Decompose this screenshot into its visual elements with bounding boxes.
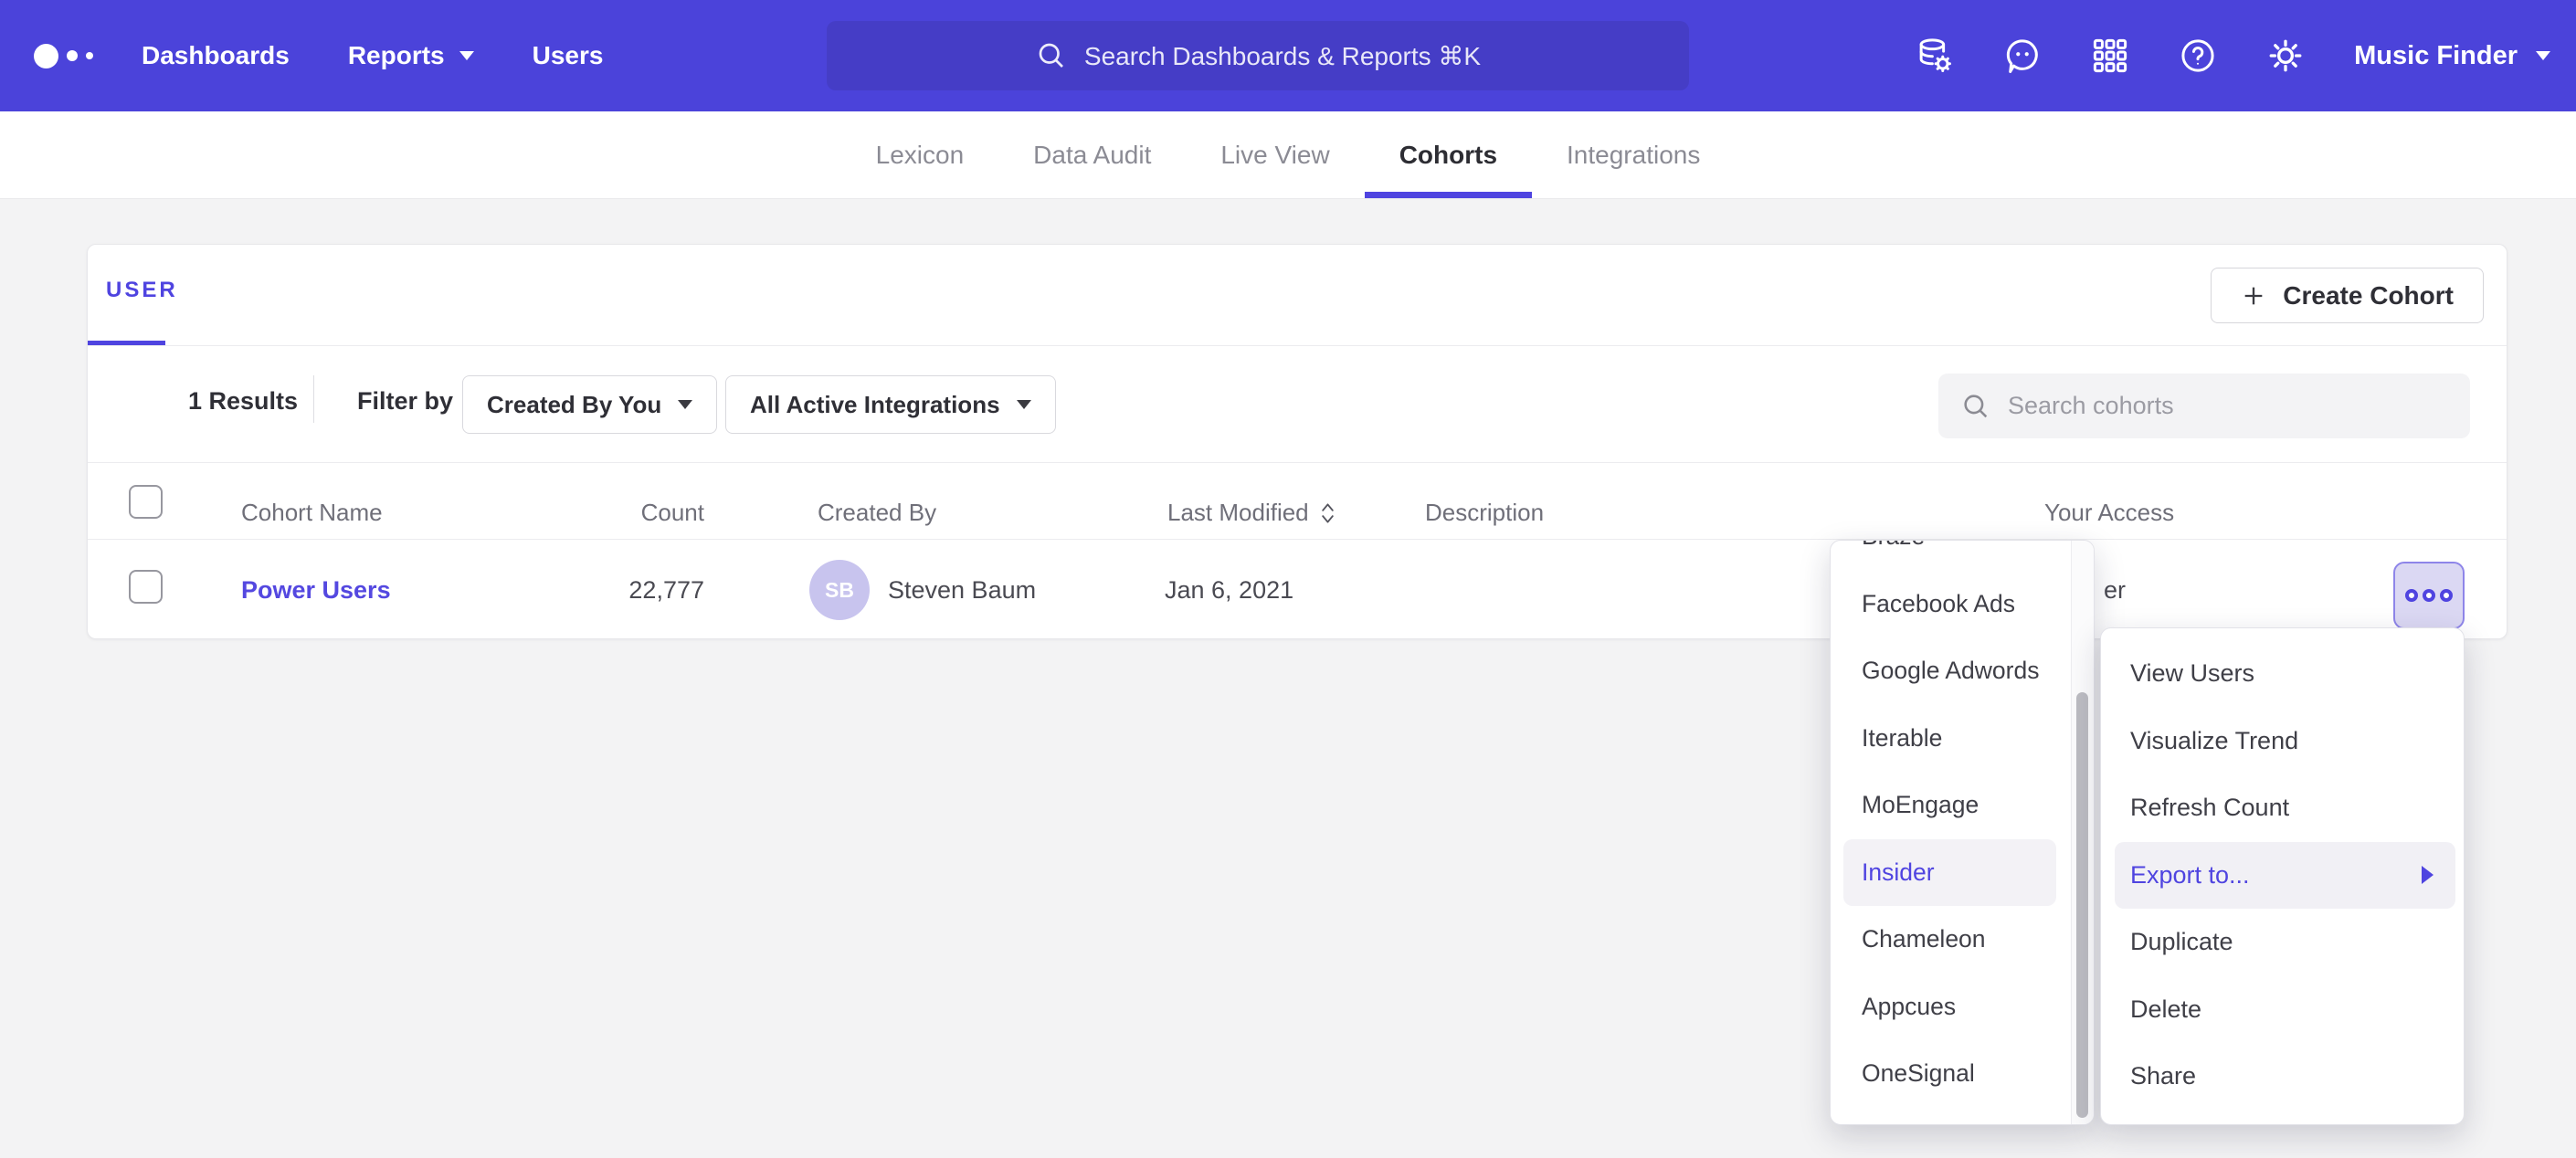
nav-item-users[interactable]: Users xyxy=(533,41,604,70)
menu-item-delete[interactable]: Delete xyxy=(2101,976,2464,1044)
search-icon xyxy=(1960,391,1991,422)
menu-item-onesignal[interactable]: OneSignal xyxy=(1831,1040,2094,1108)
data-management-icon[interactable] xyxy=(1916,37,1954,75)
col-header-description: Description xyxy=(1425,499,1544,527)
ellipsis-icon xyxy=(2405,589,2418,602)
chevron-down-icon xyxy=(1017,400,1031,409)
col-header-created-by: Created By xyxy=(818,499,936,527)
help-icon[interactable] xyxy=(2179,37,2217,75)
tab-lexicon[interactable]: Lexicon xyxy=(841,111,999,198)
menu-item-view-users[interactable]: View Users xyxy=(2101,640,2464,708)
chevron-down-icon xyxy=(2536,51,2550,60)
top-nav: Dashboards Reports Users Search Dashboar… xyxy=(0,0,2576,111)
workspace-switcher[interactable]: Music Finder xyxy=(2354,41,2550,71)
menu-item-insider[interactable]: Insider xyxy=(1843,839,2056,907)
submenu-arrow-icon xyxy=(2422,866,2433,884)
workspace-name: Music Finder xyxy=(2354,41,2518,71)
col-header-last-modified[interactable]: Last Modified xyxy=(1167,499,1336,527)
sort-icon xyxy=(1320,501,1336,525)
global-search-input[interactable]: Search Dashboards & Reports ⌘K xyxy=(827,21,1689,90)
menu-item-visualize-trend[interactable]: Visualize Trend xyxy=(2101,708,2464,775)
feedback-chat-icon[interactable] xyxy=(2003,37,2042,75)
nav-item-dashboards[interactable]: Dashboards xyxy=(142,41,290,70)
menu-item-braze[interactable]: Braze xyxy=(1831,540,2094,571)
nav-item-reports[interactable]: Reports xyxy=(348,41,474,70)
filter-integrations-dropdown[interactable]: All Active Integrations xyxy=(725,375,1056,434)
settings-gear-icon[interactable] xyxy=(2266,37,2305,75)
created-by-name: Steven Baum xyxy=(888,576,1036,605)
last-modified-date: Jan 6, 2021 xyxy=(1165,576,1293,605)
your-access-value-clipped: er xyxy=(2104,576,2126,605)
menu-item-iterable[interactable]: Iterable xyxy=(1831,705,2094,773)
results-count: 1 Results xyxy=(188,387,298,416)
filter-by-label: Filter by xyxy=(357,387,453,416)
menu-item-facebook-ads[interactable]: Facebook Ads xyxy=(1831,571,2094,638)
row-actions-menu: View Users Visualize Trend Refresh Count… xyxy=(2100,627,2465,1125)
search-icon xyxy=(1035,39,1068,72)
chevron-down-icon xyxy=(459,51,474,60)
tab-cohorts[interactable]: Cohorts xyxy=(1365,111,1532,198)
menu-item-duplicate[interactable]: Duplicate xyxy=(2101,909,2464,976)
avatar: SB xyxy=(809,560,870,620)
nav-links: Dashboards Reports Users xyxy=(142,0,603,111)
col-header-your-access: Your Access xyxy=(2044,499,2174,527)
mixpanel-logo-icon[interactable] xyxy=(34,0,93,111)
export-targets-menu: Braze Facebook Ads Google Adwords Iterab… xyxy=(1830,540,2095,1125)
cohorts-card: USER Create Cohort 1 Results Filter by C… xyxy=(87,244,2507,639)
tab-live-view[interactable]: Live View xyxy=(1186,111,1364,198)
global-search-placeholder: Search Dashboards & Reports ⌘K xyxy=(1084,41,1481,71)
menu-item-moengage[interactable]: MoEngage xyxy=(1831,772,2094,839)
menu-item-chameleon[interactable]: Chameleon xyxy=(1831,906,2094,974)
menu-item-refresh-count[interactable]: Refresh Count xyxy=(2101,774,2464,842)
apps-grid-icon[interactable] xyxy=(2091,37,2129,75)
app-root: Dashboards Reports Users Search Dashboar… xyxy=(0,0,2576,1158)
row-actions-button[interactable] xyxy=(2393,562,2465,629)
divider xyxy=(313,375,314,423)
tab-integrations[interactable]: Integrations xyxy=(1532,111,1735,198)
menu-item-share[interactable]: Share xyxy=(2101,1043,2464,1111)
chevron-down-icon xyxy=(678,400,692,409)
menu-item-google-adwords[interactable]: Google Adwords xyxy=(1831,637,2094,705)
col-header-count: Count xyxy=(544,499,704,527)
cohort-name-link[interactable]: Power Users xyxy=(241,576,391,605)
cohort-type-tab-user[interactable]: USER xyxy=(106,278,178,303)
row-checkbox[interactable] xyxy=(129,570,163,604)
menu-item-appcues[interactable]: Appcues xyxy=(1831,974,2094,1041)
filter-created-by-dropdown[interactable]: Created By You xyxy=(462,375,717,434)
cohort-search-placeholder: Search cohorts xyxy=(2008,392,2174,420)
section-tabs: Lexicon Data Audit Live View Cohorts Int… xyxy=(0,111,2576,199)
scrollbar-thumb[interactable] xyxy=(2076,692,2088,1118)
create-cohort-button[interactable]: Create Cohort xyxy=(2211,268,2484,323)
col-header-cohort-name: Cohort Name xyxy=(241,499,383,527)
plus-icon xyxy=(2241,283,2266,309)
tab-data-audit[interactable]: Data Audit xyxy=(998,111,1186,198)
cohort-search-input[interactable]: Search cohorts xyxy=(1938,374,2470,438)
menu-item-export-to[interactable]: Export to... xyxy=(2115,842,2455,910)
select-all-checkbox[interactable] xyxy=(129,485,163,519)
cohort-count: 22,777 xyxy=(526,576,704,605)
nav-right-cluster: Music Finder xyxy=(1916,0,2550,111)
